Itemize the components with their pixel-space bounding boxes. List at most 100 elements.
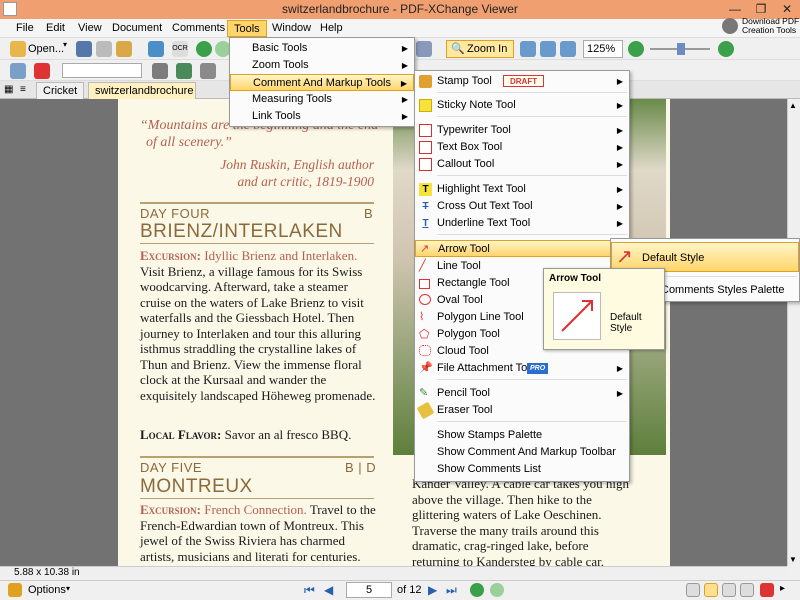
continuous-facing-view-icon[interactable] [740,583,754,597]
sticky-note-icon [419,99,432,112]
pro-badge: PRO [527,363,549,374]
menu-view[interactable]: View [72,20,108,37]
scroll-down-icon[interactable]: ▼ [789,555,797,564]
history-back-icon[interactable] [470,583,484,597]
tab-cricket[interactable]: Cricket [36,82,85,99]
options-dropdown-icon[interactable]: ▾ [66,584,70,593]
menu-item-link-tools[interactable]: Link Tools ▶ [230,108,414,125]
spell-check-icon[interactable] [34,63,50,79]
divider [140,202,374,204]
menu-help[interactable]: Help [314,20,349,37]
zoom-out-icon[interactable] [628,41,644,57]
bookmarks-panel-icon[interactable]: ≡ [20,84,26,95]
email-icon[interactable] [116,41,132,57]
menu-edit[interactable]: Edit [40,20,71,37]
select-tool-icon[interactable] [10,63,26,79]
city-heading-brienz: BRIENZ/INTERLAKEN [140,221,343,242]
tooltip-title: Arrow Tool [549,273,602,284]
menu-item-label: Comments Styles Palette [661,284,785,296]
menu-tools[interactable]: Tools [227,20,267,37]
menu-item-zoom-tools[interactable]: Zoom Tools ▶ [230,57,414,74]
facing-view-icon[interactable] [722,583,736,597]
open-dropdown-icon[interactable]: ▾ [63,40,67,49]
menu-item-pencil-tool[interactable]: ✎ Pencil Tool ▶ [415,385,629,402]
print-icon[interactable] [96,41,112,57]
divider [140,456,374,458]
menu-item-label: Underline Text Tool [437,217,531,229]
back-icon[interactable] [196,41,212,57]
menu-document[interactable]: Document [106,20,168,37]
menu-item-show-markup-toolbar[interactable]: Show Comment And Markup Toolbar [415,444,629,461]
stamp-draft-badge: DRAFT [503,75,545,87]
day-four-body: Excursion: Idyllic Brienz and Interlaken… [140,248,376,403]
menu-file[interactable]: File [10,20,40,37]
menu-item-eraser-tool[interactable]: Eraser Tool [415,401,629,420]
last-page-icon[interactable]: ⏭ [446,583,457,598]
menu-item-label: Show Comments List [437,463,541,475]
fit-width-icon[interactable] [560,41,576,57]
options-button[interactable]: Options [28,584,66,596]
scan-icon[interactable] [148,41,164,57]
title-bar: switzerlandbrochure - PDF-XChange Viewer… [0,0,800,19]
prev-page-icon[interactable]: ◀ [324,583,333,597]
more-icon[interactable]: ▸ [780,583,785,594]
attribution-line-1: John Ruskin, English author [220,157,374,172]
menu-item-text-box-tool[interactable]: Text Box Tool ▶ [415,139,629,156]
menu-item-sticky-note-tool[interactable]: Sticky Note Tool ▶ [415,97,629,114]
menu-item-file-attachment-tool[interactable]: 📌 File Attachment Tool PRO ▶ [415,360,629,377]
save-icon[interactable] [76,41,92,57]
quote-line-2: of all scenery.” [146,135,232,150]
stamp-icon [419,75,432,88]
submenu-arrow-icon: ▶ [616,185,623,194]
menu-item-arrow-tool[interactable]: ↗Arrow Tool▶ [415,240,629,257]
search-input[interactable] [62,63,142,78]
menu-item-label: Sticky Note Tool [437,99,516,111]
menu-item-callout-tool[interactable]: Callout Tool ▶ [415,156,629,173]
attribution-line-2: and art critic, 1819-1900 [237,174,375,189]
snapshot-icon[interactable] [176,63,192,79]
next-page-icon[interactable]: ▶ [428,583,437,597]
menu-item-label: Stamp Tool [437,75,492,87]
tab-switzerlandbrochure[interactable]: switzerlandbrochure [88,82,196,99]
menu-item-comment-markup-tools[interactable]: Comment And Markup Tools ▶ [230,74,414,91]
menu-item-label: Rectangle Tool [437,277,510,289]
vertical-scrollbar[interactable]: ▲ ▼ [787,99,800,566]
menu-comments[interactable]: Comments [166,20,231,37]
menu-item-show-stamps-palette[interactable]: Show Stamps Palette [415,427,629,444]
menu-item-highlight-text-tool[interactable]: T Highlight Text Tool ▶ [415,181,629,198]
scroll-up-icon[interactable]: ▲ [789,101,797,110]
menu-item-cross-out-text-tool[interactable]: T Cross Out Text Tool ▶ [415,198,629,215]
pdf-icon[interactable] [760,583,774,597]
zoom-in-label: Zoom In [467,43,508,55]
zoom-in-button[interactable]: 🔍 Zoom In [446,40,514,58]
menu-item-underline-text-tool[interactable]: T Underline Text Tool ▶ [415,215,629,232]
arrow-preview-icon [561,300,593,332]
menu-item-measuring-tools[interactable]: Measuring Tools ▶ [230,91,414,108]
menu-window[interactable]: Window [266,20,317,37]
history-forward-icon[interactable] [490,583,504,597]
pages-panel-icon[interactable]: ▦ [4,84,13,95]
single-page-view-icon[interactable] [686,583,700,597]
first-page-icon[interactable]: ⏮ [304,583,315,598]
zoom-plus-icon[interactable] [718,41,734,57]
hand-tool-icon[interactable] [416,41,432,57]
markup-tool-icon[interactable] [200,63,216,79]
options-icon [8,583,22,597]
actual-size-icon[interactable] [520,41,536,57]
menu-item-typewriter-tool[interactable]: Typewriter Tool ▶ [415,122,629,139]
ocr-icon[interactable]: OCR [172,41,188,57]
excursion-label: Excursion: [140,248,202,263]
fit-page-icon[interactable] [540,41,556,57]
menu-item-show-comments-list[interactable]: Show Comments List [415,461,629,478]
menu-item-stamp-tool[interactable]: Stamp Tool DRAFT ▶ [415,73,629,90]
page-number-input[interactable]: 5 [346,582,392,598]
continuous-view-icon[interactable] [704,583,718,597]
find-icon[interactable] [152,63,168,79]
download-promo[interactable]: Download PDF Creation Tools [720,16,799,38]
menu-item-label: Default Style [642,252,705,264]
zoom-level-field[interactable]: 125% [583,40,623,58]
zoom-slider-handle[interactable] [677,43,685,55]
menu-item-basic-tools[interactable]: Basic Tools ▶ [230,40,414,57]
day-five-heading: DAY FIVE [140,460,203,475]
open-button[interactable]: Open... [28,40,64,58]
